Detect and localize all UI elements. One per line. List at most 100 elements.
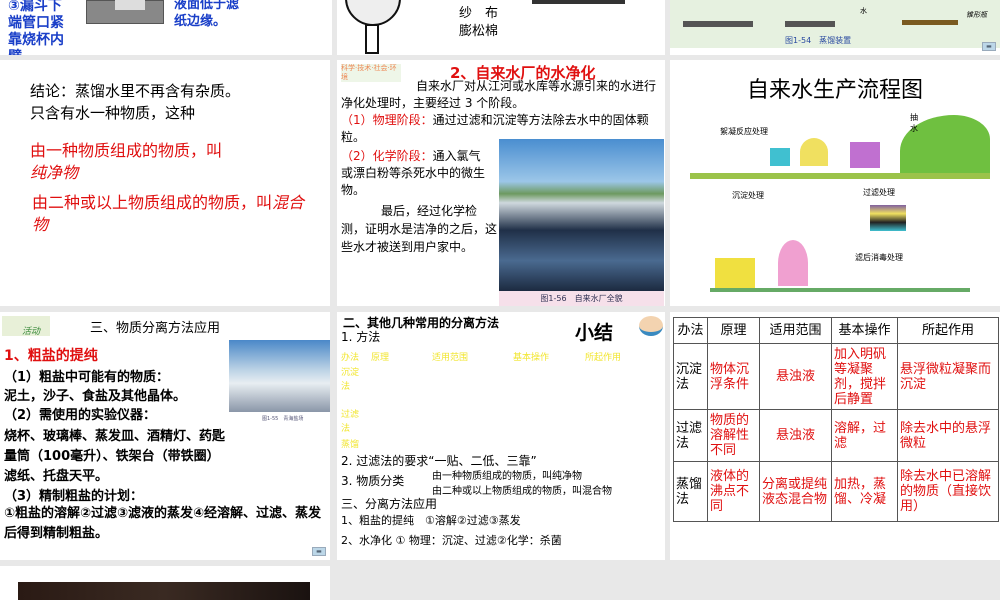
conclusion-line-2: 只含有水一种物质，这种 bbox=[30, 104, 196, 122]
slide-title: 三、物质分离方法应用 bbox=[90, 321, 221, 336]
faint-row-2: 过滤法 bbox=[341, 410, 360, 434]
slide-title: 自来水生产流程图 bbox=[746, 78, 923, 103]
slide-nav-button[interactable]: ▬ bbox=[312, 547, 326, 556]
slide-thumbnail-10[interactable] bbox=[0, 566, 330, 600]
scope-cell: 悬浊液 bbox=[759, 343, 832, 410]
ground-strip-bottom bbox=[710, 288, 970, 292]
line-8: ①粗盐的溶解②过滤③滤液的蒸发④经溶解、过滤、蒸发后得到精制粗盐。 bbox=[4, 506, 322, 541]
slide-thumbnail-3[interactable]: 水 锥形瓶 图1-54 蒸馏装置 ▬ bbox=[670, 0, 1000, 55]
slide-thumbnail-8[interactable]: 二、其他几种常用的分离方法 小结 1. 方法 办法 原理 适用范围 基本操作 所… bbox=[337, 312, 665, 560]
subtitle: 1、粗盐的提纯 bbox=[4, 348, 98, 364]
pure-def-text: 由一种物质组成的物质，叫 bbox=[30, 141, 223, 160]
physical-stage-label: （1）物理阶段： bbox=[341, 113, 433, 127]
classification-label: 3. 物质分类 bbox=[341, 474, 405, 488]
chemical-stage: （2）化学阶段：通入氯气或漂白粉等杀死水中的微生物。 bbox=[341, 148, 491, 199]
label-gauze: 纱 布 bbox=[459, 6, 499, 21]
line-6: 滤纸、托盘天平。 bbox=[4, 469, 109, 484]
classification-pure: 由一种物质组成的物质，叫纯净物 bbox=[432, 471, 582, 482]
slide-thumbnail-7[interactable]: 活动 三、物质分离方法应用 1、粗盐的提纯 图1-55 青海盐场 （1）粗盐中可… bbox=[0, 312, 330, 560]
funnel-paper bbox=[115, 0, 145, 10]
table-row: 沉淀法 物体沉浮条件 悬浊液 加入明矾等凝聚剂，搅拌后静置 悬浮微粒凝聚而沉淀 bbox=[673, 343, 999, 410]
table-row: 过滤法 物质的溶解性不同 悬浊液 溶解，过滤 除去水中的悬浮微粒 bbox=[673, 409, 999, 462]
scope-cell: 悬浊液 bbox=[759, 409, 832, 462]
principle-cell: 物体沉浮条件 bbox=[707, 343, 760, 410]
slide-thumbnail-2[interactable]: 纱 布 膨松棉 bbox=[337, 0, 665, 55]
method-label: 1. 方法 bbox=[341, 330, 381, 344]
salt-purification-steps: 1、粗盐的提纯 ①溶解②过滤③蒸发 bbox=[341, 514, 521, 527]
slide-thumbnail-5[interactable]: 科学·技术·社会·环境 2、自来水厂的水净化 自来水厂对从江河或水库等水源引来的… bbox=[337, 60, 665, 306]
mix-def-text: 由二种或以上物质组成的物质，叫 bbox=[32, 193, 273, 212]
slide-thumbnail-9[interactable]: 办法 原理 适用范围 基本操作 所起作用 沉淀法 物体沉浮条件 悬浊液 加入明矾… bbox=[670, 312, 1000, 560]
method-cell: 沉淀法 bbox=[673, 343, 708, 410]
classification-mixture: 由二种或以上物质组成的物质，叫混合物 bbox=[432, 486, 612, 497]
scope-cell: 分离或提纯液态混合物 bbox=[759, 461, 832, 522]
operation-cell: 溶解，过滤 bbox=[831, 409, 898, 462]
operation-cell: 加入明矾等凝聚剂，搅拌后静置 bbox=[831, 343, 898, 410]
pure-substance-definition: 由一种物质组成的物质，叫 纯净物 bbox=[30, 140, 300, 184]
method-cell: 过滤法 bbox=[673, 409, 708, 462]
ground-strip bbox=[690, 173, 990, 179]
header-cell: 所起作用 bbox=[897, 317, 999, 344]
faint-row-3: 蒸馏 bbox=[341, 440, 360, 450]
flow-label-pump: 抽水 bbox=[910, 113, 918, 133]
summary-table: 办法 原理 适用范围 基本操作 所起作用 沉淀法 物体沉浮条件 悬浊液 加入明矾… bbox=[673, 317, 999, 522]
salt-field-photo bbox=[229, 340, 330, 412]
faint-header-4: 基本操作 bbox=[513, 353, 550, 363]
header-cell: 适用范围 bbox=[759, 317, 832, 344]
dark-photo bbox=[18, 582, 310, 600]
photo-caption: 图1-56 自来水厂全貌 bbox=[499, 291, 664, 306]
filter-step-3-text: ③漏斗下端管口紧靠烧杯内壁 bbox=[8, 0, 64, 55]
header-cell: 基本操作 bbox=[831, 317, 898, 344]
slide-nav-button[interactable]: ▬ bbox=[982, 42, 996, 51]
effect-cell: 除去水中的悬浮微粒 bbox=[897, 409, 999, 462]
effect-cell: 悬浮微粒凝聚而沉淀 bbox=[897, 343, 999, 410]
flow-label-sedimentation: 沉淀处理 bbox=[732, 191, 764, 200]
faint-header-1: 办法 bbox=[341, 353, 360, 363]
label-cotton: 膨松棉 bbox=[459, 24, 499, 39]
principle-cell: 物质的溶解性不同 bbox=[707, 409, 760, 462]
water-tower bbox=[778, 240, 808, 286]
line-7: （3）精制粗盐的计划： bbox=[4, 489, 144, 504]
slide-thumbnail-6[interactable]: 自来水生产流程图 絮凝反应处理 抽水 沉淀处理 过滤处理 滤后消毒处理 bbox=[670, 60, 1000, 306]
flask-base bbox=[902, 20, 958, 25]
faint-header-5: 所起作用 bbox=[585, 353, 622, 363]
pure-term: 纯净物 bbox=[30, 163, 79, 182]
building-purple bbox=[850, 142, 880, 168]
stand-base-2 bbox=[785, 21, 835, 27]
summary-title: 小结 bbox=[575, 322, 614, 344]
operation-cell: 加热，蒸馏、冷凝 bbox=[831, 461, 898, 522]
bottle-neck bbox=[365, 24, 379, 54]
line-1: （1）粗盐中可能有的物质： bbox=[4, 370, 170, 385]
header-cell: 办法 bbox=[673, 317, 708, 344]
house-illustration bbox=[715, 258, 755, 288]
method-cell: 蒸馏法 bbox=[673, 461, 708, 522]
flow-label-disinfection: 滤后消毒处理 bbox=[855, 253, 903, 262]
label-water: 水 bbox=[860, 7, 867, 15]
slide-thumbnail-1[interactable]: ③漏斗下端管口紧靠烧杯内壁 液面低于滤纸边缘。 bbox=[0, 0, 258, 55]
slide-thumbnail-1-edge[interactable] bbox=[258, 0, 332, 55]
table-header-row: 办法 原理 适用范围 基本操作 所起作用 bbox=[673, 317, 999, 344]
principle-cell: 液体的沸点不同 bbox=[707, 461, 760, 522]
teacher-avatar-icon bbox=[639, 316, 663, 336]
final-text: 最后，经过化学检测，证明水是洁净的之后，这些水才被送到用户家中。 bbox=[341, 204, 498, 254]
stand-base-1 bbox=[683, 21, 753, 27]
faint-row-1: 沉淀法 bbox=[341, 368, 360, 392]
line-5: 量筒（100毫升）、铁架台（带铁圈） bbox=[4, 449, 220, 464]
faint-header-3: 适用范围 bbox=[432, 353, 469, 363]
dark-photo bbox=[532, 0, 625, 4]
water-purification-steps: 2、水净化 ① 物理：沉淀、过滤②化学：杀菌 bbox=[341, 534, 562, 547]
tank-yellow bbox=[800, 138, 828, 166]
line-2: 泥土，沙子、食盐及其他晶体。 bbox=[4, 389, 187, 404]
building-cyan bbox=[770, 148, 790, 166]
table-row: 蒸馏法 液体的沸点不同 分离或提纯液态混合物 加热，蒸馏、冷凝 除去水中已溶解的… bbox=[673, 461, 999, 522]
flow-label-flocculation: 絮凝反应处理 bbox=[720, 127, 768, 136]
chemical-stage-label: （2）化学阶段： bbox=[341, 149, 433, 163]
filter-bed bbox=[870, 205, 906, 231]
line-3: （2）需使用的实验仪器： bbox=[4, 408, 157, 423]
effect-cell: 除去水中已溶解的物质（直接饮用） bbox=[897, 461, 999, 522]
conclusion-line-1: 结论：蒸馏水里不再含有杂质。 bbox=[30, 82, 241, 100]
figure-caption: 图1-54 蒸馏装置 bbox=[785, 36, 852, 45]
slide-thumbnail-4[interactable]: 结论：蒸馏水里不再含有杂质。 只含有水一种物质，这种 由一种物质组成的物质，叫纯… bbox=[0, 60, 330, 306]
filter-note-text: 液面低于滤纸边缘。 bbox=[174, 0, 240, 29]
photo-caption: 图1-55 青海盐场 bbox=[262, 416, 304, 422]
